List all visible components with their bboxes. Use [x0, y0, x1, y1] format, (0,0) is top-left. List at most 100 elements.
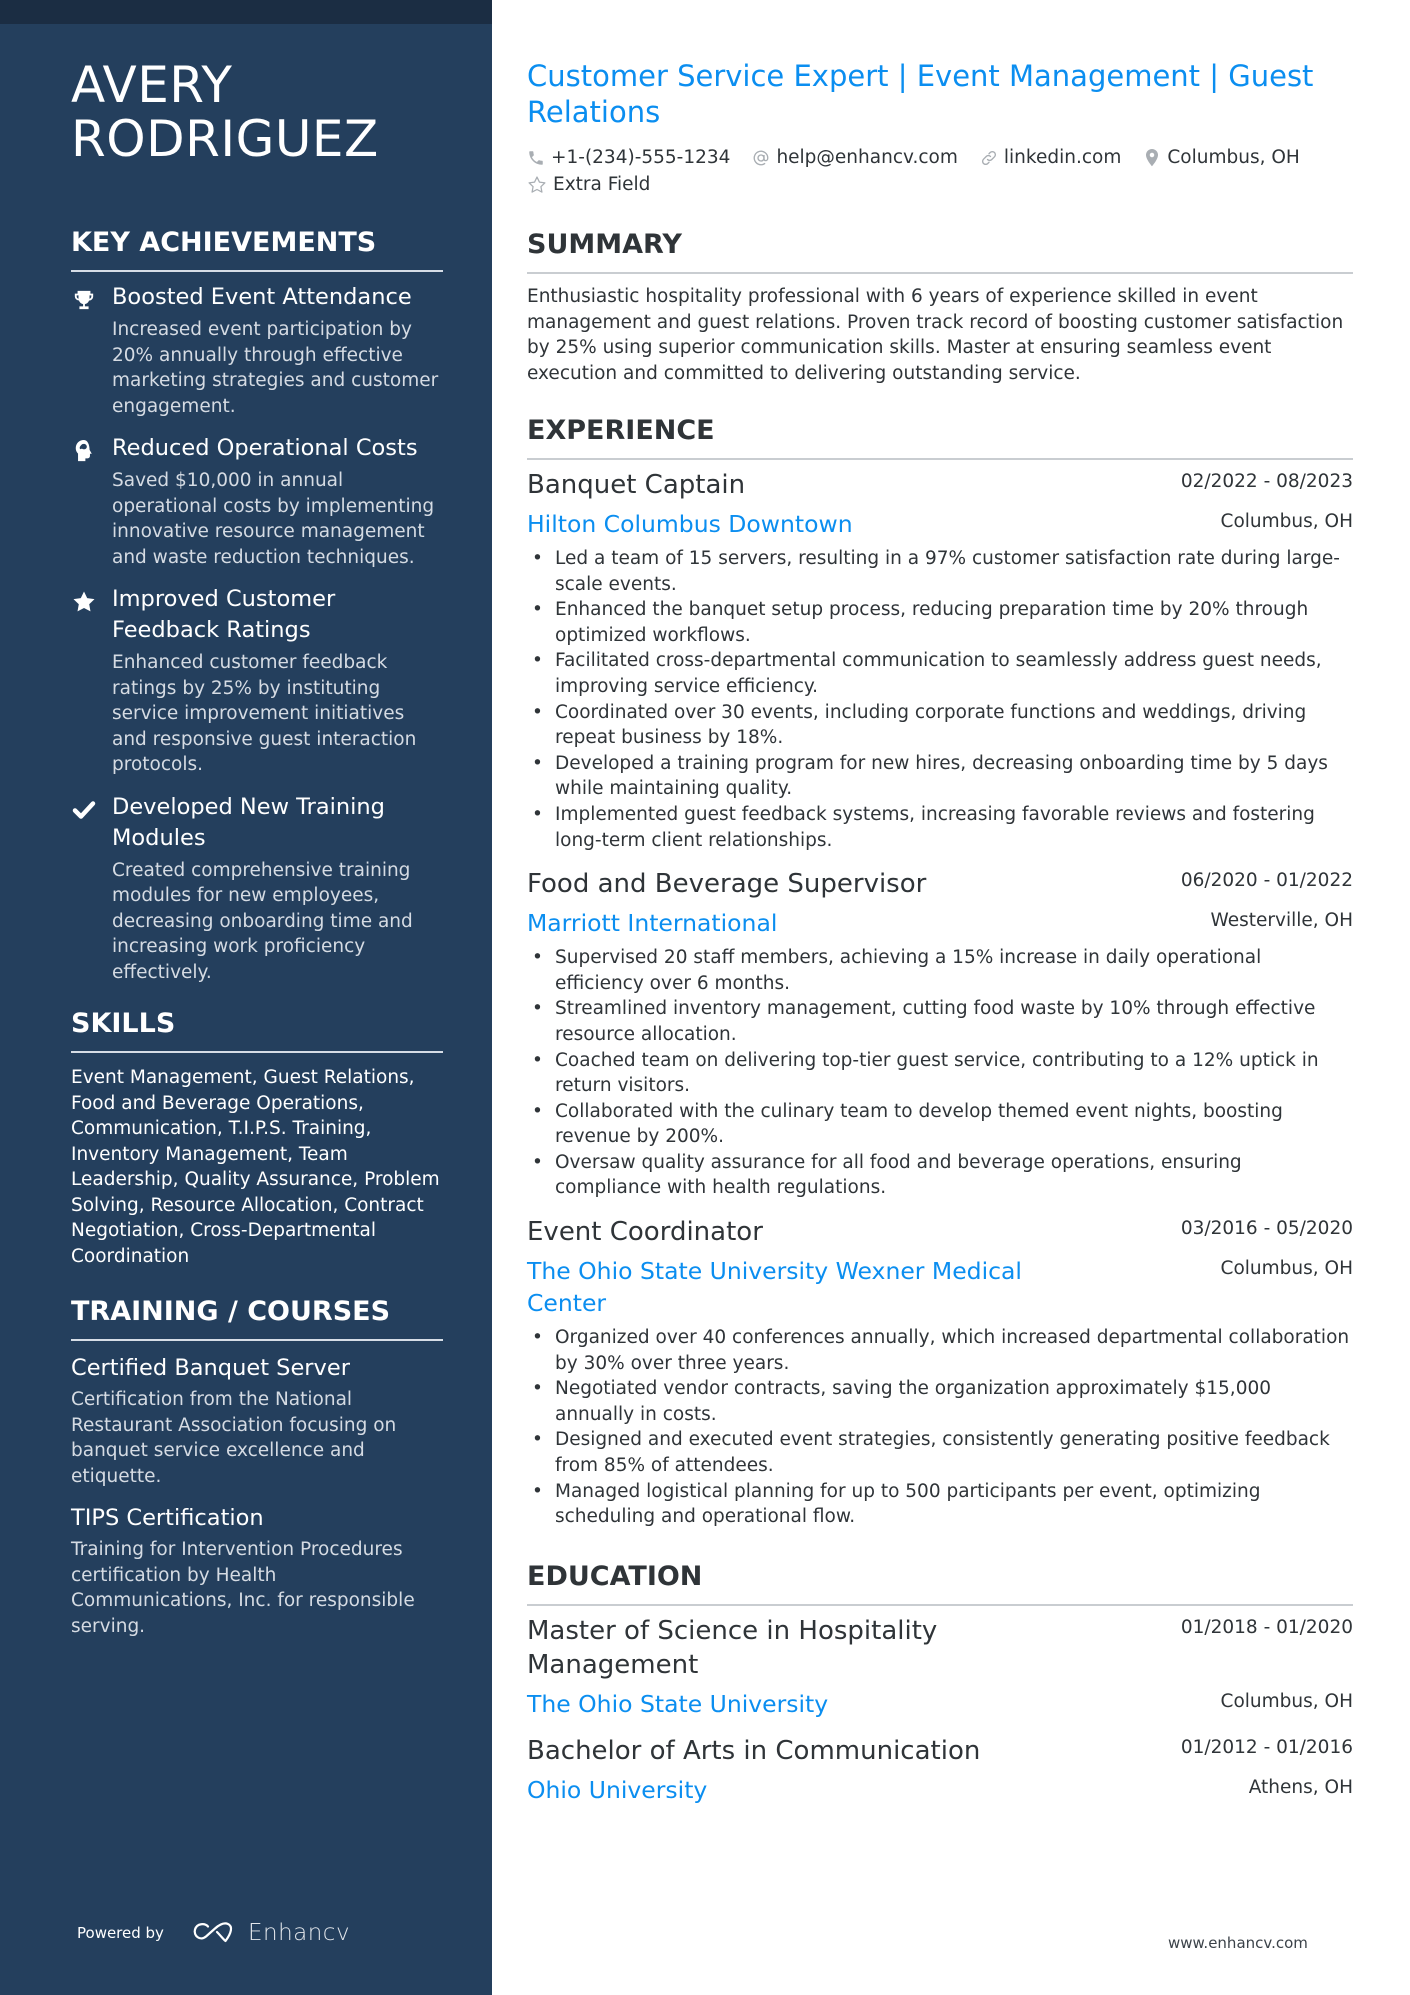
footer-website-link[interactable]: www.enhancv.com [1168, 1934, 1308, 1952]
link-icon [981, 150, 996, 165]
contact-linkedin[interactable]: linkedin.com [980, 144, 1121, 171]
bullet-item: Facilitated cross-departmental communica… [527, 648, 1353, 699]
achievement-item: Reduced Operational Costs Saved $10,000 … [71, 433, 443, 570]
sidebar: AVERY RODRIGUEZ KEY ACHIEVEMENTS Boosted… [0, 0, 492, 1995]
section-title-training: TRAINING / COURSES [71, 1295, 443, 1341]
location-text: Columbus, OH [1167, 147, 1300, 168]
bullet-item: Coordinated over 30 events, including co… [527, 700, 1353, 751]
experience-entry: Event Coordinator 03/2016 - 05/2020 The … [527, 1215, 1353, 1530]
achievement-title: Developed New Training Modules [112, 793, 385, 851]
key-achievements-section: KEY ACHIEVEMENTS Boosted Event Attendanc… [71, 226, 443, 985]
course-title: Certified Banquet Server [71, 1355, 350, 1381]
brain-head-icon [71, 438, 97, 464]
education-entry: Bachelor of Arts in Communication 01/201… [527, 1734, 1353, 1806]
job-bullets: Organized over 40 conferences annually, … [527, 1325, 1353, 1530]
skills-list: Event Management, Guest Relations, Food … [71, 1067, 440, 1267]
job-location: Westerville, OH [1210, 910, 1353, 932]
company-name[interactable]: The Ohio State University Wexner Medical… [527, 1255, 1087, 1319]
job-dates: 02/2022 - 08/2023 [1180, 471, 1353, 492]
summary-section: SUMMARY Enthusiastic hospitality profess… [527, 228, 1353, 386]
powered-by-label: Powered by [77, 1924, 164, 1942]
course-item: Certified Banquet Server Certification f… [71, 1353, 443, 1489]
school-location: Columbus, OH [1220, 1690, 1353, 1712]
star-outline-icon [528, 175, 546, 193]
enhancv-logo[interactable]: Enhancv [192, 1920, 350, 1946]
job-title: Food and Beverage Supervisor [527, 869, 927, 900]
degree: Master of Science in Hospitality Managem… [527, 1615, 938, 1680]
experience-section: EXPERIENCE Banquet Captain 02/2022 - 08/… [527, 414, 1353, 1530]
bullet-item: Developed a training program for new hir… [527, 751, 1353, 802]
course-desc: Certification from the National Restaura… [71, 1389, 397, 1487]
section-title-education: EDUCATION [527, 1560, 1353, 1606]
bullet-item: Designed and executed event strategies, … [527, 1427, 1353, 1478]
main-content: Customer Service Expert | Event Manageme… [527, 58, 1353, 1806]
bullet-item: Implemented guest feedback systems, incr… [527, 802, 1353, 853]
job-dates: 06/2020 - 01/2022 [1180, 870, 1353, 892]
contact-email[interactable]: help@enhancv.com [752, 144, 958, 171]
contact-info: +1-(234)-555-1234 help@enhancv.com linke… [527, 144, 1353, 198]
achievement-item: Developed New Training Modules Created c… [71, 792, 443, 986]
extra-field-text: Extra Field [553, 174, 651, 195]
trophy-icon [71, 287, 97, 313]
phone-icon [529, 150, 543, 165]
star-icon [71, 589, 97, 615]
bullet-item: Led a team of 15 servers, resulting in a… [527, 546, 1353, 597]
education-entry: Master of Science in Hospitality Managem… [527, 1614, 1353, 1720]
course-desc: Training for Intervention Procedures cer… [71, 1539, 415, 1637]
section-title-skills: SKILLS [71, 1007, 443, 1053]
degree: Bachelor of Arts in Communication [527, 1735, 981, 1766]
achievement-desc: Enhanced customer feedback ratings by 25… [112, 652, 417, 775]
job-bullets: Led a team of 15 servers, resulting in a… [527, 546, 1353, 853]
section-title-achievements: KEY ACHIEVEMENTS [71, 226, 443, 272]
job-dates: 03/2016 - 05/2020 [1180, 1218, 1353, 1240]
education-dates: 01/2018 - 01/2020 [1180, 1616, 1353, 1638]
bullet-item: Organized over 40 conferences annually, … [527, 1325, 1353, 1376]
experience-entry: Food and Beverage Supervisor 06/2020 - 0… [527, 867, 1353, 1201]
summary-text: Enthusiastic hospitality professional wi… [527, 286, 1344, 384]
contact-extra: Extra Field [527, 171, 650, 198]
bullet-item: Streamlined inventory management, cuttin… [527, 996, 1353, 1047]
training-section: TRAINING / COURSES Certified Banquet Ser… [71, 1295, 443, 1639]
section-title-experience: EXPERIENCE [527, 414, 1353, 460]
location-pin-icon [1146, 148, 1159, 166]
bullet-item: Collaborated with the culinary team to d… [527, 1099, 1353, 1150]
bullet-item: Managed logistical planning for up to 50… [527, 1479, 1353, 1530]
name-last: RODRIGUEZ [71, 110, 379, 168]
course-title: TIPS Certification [71, 1505, 264, 1531]
achievement-title: Boosted Event Attendance [112, 284, 412, 310]
school-name[interactable]: The Ohio State University [527, 1688, 828, 1720]
bullet-item: Supervised 20 staff members, achieving a… [527, 945, 1353, 996]
section-title-summary: SUMMARY [527, 228, 1353, 274]
contact-phone[interactable]: +1-(234)-555-1234 [527, 144, 730, 171]
achievement-desc: Increased event participation by 20% ann… [112, 319, 439, 417]
at-icon [754, 150, 769, 165]
course-item: TIPS Certification Training for Interven… [71, 1503, 443, 1639]
powered-by: Powered by Enhancv [77, 1920, 350, 1946]
email-text: help@enhancv.com [776, 147, 958, 168]
sidebar-top-strip [0, 0, 492, 24]
contact-location: Columbus, OH [1143, 144, 1300, 171]
school-location: Athens, OH [1248, 1776, 1353, 1798]
achievement-item: Boosted Event Attendance Increased event… [71, 282, 443, 419]
school-name[interactable]: Ohio University [527, 1774, 707, 1806]
achievement-title: Reduced Operational Costs [112, 435, 418, 461]
job-title: Event Coordinator [527, 1217, 763, 1248]
education-dates: 01/2012 - 01/2016 [1180, 1736, 1353, 1758]
phone-text: +1-(234)-555-1234 [551, 147, 731, 168]
enhancv-logo-icon [193, 1922, 233, 1943]
achievement-desc: Created comprehensive training modules f… [112, 859, 413, 983]
candidate-name: AVERY RODRIGUEZ [71, 58, 443, 166]
education-section: EDUCATION Master of Science in Hospitali… [527, 1560, 1353, 1806]
bullet-item: Oversaw quality assurance for all food a… [527, 1150, 1353, 1201]
achievement-item: Improved Customer Feedback Ratings Enhan… [71, 584, 443, 778]
job-location: Columbus, OH [1220, 511, 1353, 532]
job-title: Banquet Captain [527, 470, 746, 500]
enhancv-logo-text: Enhancv [247, 1920, 351, 1946]
name-first: AVERY [71, 56, 233, 114]
headline: Customer Service Expert | Event Manageme… [527, 59, 1314, 129]
linkedin-text: linkedin.com [1003, 147, 1122, 168]
company-name[interactable]: Hilton Columbus Downtown [527, 508, 853, 540]
bullet-item: Coached team on delivering top-tier gues… [527, 1048, 1353, 1099]
company-name[interactable]: Marriott International [527, 907, 777, 939]
achievement-title: Improved Customer Feedback Ratings [112, 586, 336, 643]
